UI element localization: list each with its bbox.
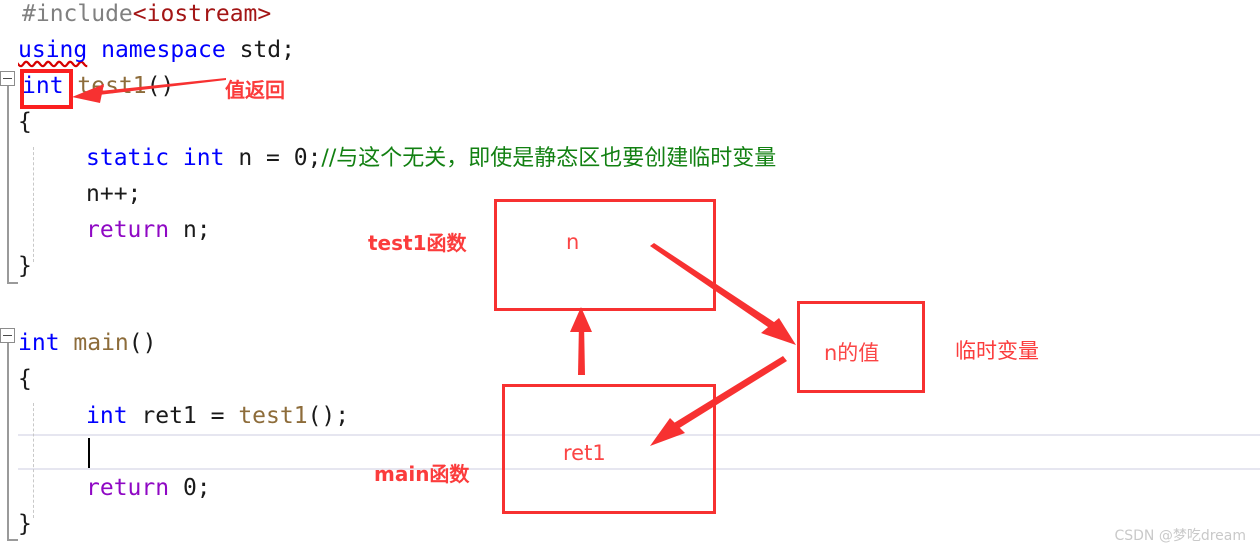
code-line-6: n++; [86, 176, 141, 212]
token-include-header: <iostream> [132, 1, 272, 27]
box-label-n: n [566, 230, 580, 254]
token-using-keyword: using [18, 37, 88, 63]
token-test1-call: test1 [238, 403, 308, 429]
csdn-watermark: CSDN @梦吃dream [1114, 528, 1246, 544]
diagram-box-n [494, 199, 716, 311]
code-line-4: { [18, 104, 32, 140]
diagram-box-ret1 [502, 384, 716, 514]
code-line-7: return n; [86, 212, 211, 248]
token-ret1-assign: ret1 = [127, 403, 239, 429]
box-label-ret1: ret1 [563, 441, 606, 465]
code-line-12: int ret1 = test1(); [86, 398, 349, 434]
token-close-brace-test1: } [18, 253, 32, 279]
label-value-return: 值返回 [225, 78, 285, 102]
text-caret [88, 438, 90, 468]
token-int-keyword-ret1: int [86, 403, 128, 429]
token-namespace-keyword: namespace [87, 37, 226, 63]
token-main-name: main [59, 330, 129, 356]
token-close-brace-main: } [18, 511, 32, 537]
token-return-n: n; [169, 217, 211, 243]
code-line-15: } [18, 506, 32, 542]
token-include-directive: #include [22, 1, 133, 27]
int-keyword-highlight-box [20, 69, 73, 109]
token-comment-static: //与这个无关，即使是静态区也要创建临时变量 [321, 146, 777, 171]
token-open-brace-test1: { [18, 109, 32, 135]
token-call-end: ; [335, 403, 350, 429]
code-line-11: { [18, 361, 32, 397]
token-return-keyword-test1: return [86, 217, 170, 243]
token-test1-call-parens: () [307, 403, 336, 429]
token-int-keyword-main: int [18, 330, 60, 356]
code-line-2: using namespace std; [18, 32, 295, 68]
code-line-1: #include<iostream> [22, 0, 271, 32]
token-return-zero: 0; [169, 475, 211, 501]
token-static-int-keyword: static int [86, 145, 225, 171]
token-return-keyword-main: return [86, 475, 170, 501]
code-line-10: int main() [18, 325, 157, 361]
label-test1-function: test1函数 [368, 231, 467, 255]
token-n-increment: n++; [86, 181, 142, 207]
token-test1-name: test1 [63, 73, 147, 99]
token-std-name: std; [225, 37, 295, 63]
code-line-5: static int n = 0;//与这个无关，即使是静态区也要创建临时变量 [86, 140, 776, 176]
token-open-brace-main: { [18, 366, 32, 392]
token-main-parens: () [128, 330, 157, 356]
code-line-14: return 0; [86, 470, 211, 506]
screenshot-root: #include<iostream> using namespace std; … [0, 0, 1260, 553]
code-line-8: } [18, 248, 32, 284]
token-test1-parens: () [146, 73, 175, 99]
box-label-n-value: n的值 [824, 341, 880, 365]
token-n-assign: n = 0; [224, 145, 322, 171]
label-main-function: main函数 [374, 462, 470, 486]
label-temp-variable: 临时变量 [955, 339, 1039, 363]
